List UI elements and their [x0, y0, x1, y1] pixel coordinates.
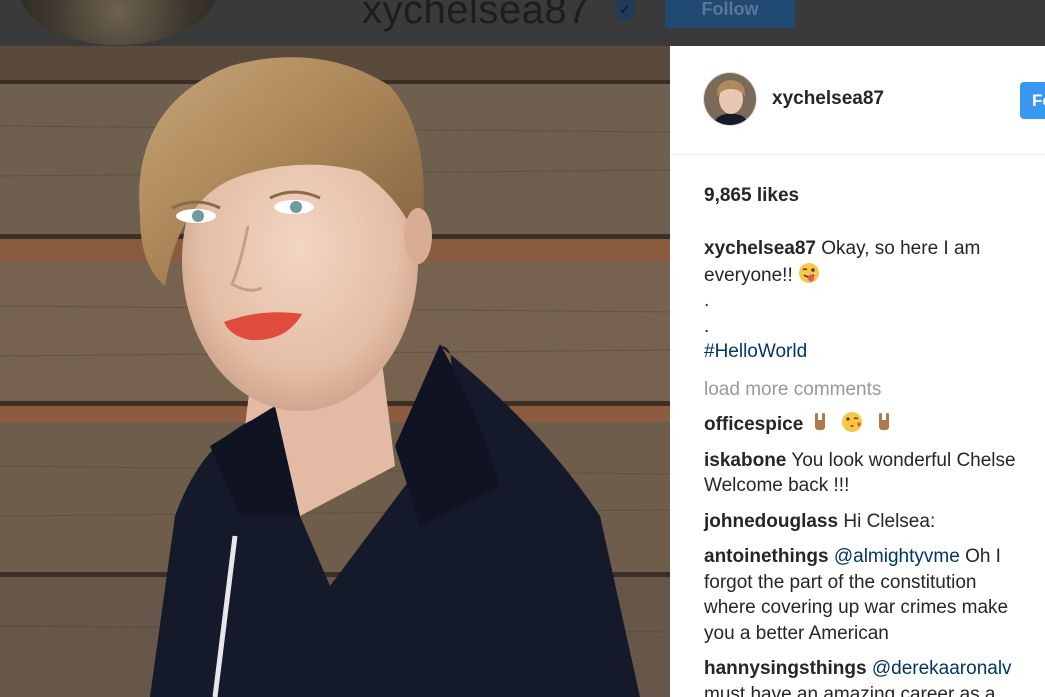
- comment-item: iskabone You look wonderful Chelse Welco…: [704, 448, 1045, 499]
- rock-hand-emoji-icon: [879, 413, 890, 430]
- follow-button[interactable]: Fo: [1020, 82, 1045, 119]
- likes-count[interactable]: 9,865 likes: [704, 185, 799, 207]
- caption-dot: .: [704, 290, 710, 311]
- comment-username[interactable]: antoinethings: [704, 546, 829, 567]
- rock-hand-emoji-icon: [814, 413, 825, 430]
- comment-username[interactable]: hannysingsthings: [704, 658, 867, 679]
- comment-item: officespice: [704, 411, 1045, 438]
- background-profile-avatar: [18, 0, 218, 45]
- comment-text: Hi Clelsea:: [843, 510, 936, 532]
- comment-text-2: forgot the part of the constitution: [704, 571, 977, 593]
- post-author-username[interactable]: xychelsea87: [772, 88, 884, 110]
- comment-text: You look wonderful Chelse: [791, 449, 1016, 471]
- portrait-image: [0, 46, 670, 697]
- hashtag-link[interactable]: #HelloWorld: [704, 341, 807, 362]
- post-photo[interactable]: [0, 46, 670, 697]
- post-side-panel: xychelsea87 Fo 9,865 likes xychelsea87 O…: [670, 46, 1045, 697]
- comments-list: xychelsea87 Okay, so here I am everyone!…: [704, 236, 1045, 697]
- winking-tongue-emoji-icon: [799, 262, 820, 283]
- post-header: xychelsea87 Fo: [670, 46, 1045, 155]
- comment-text-2: must have an amazing career as a: [704, 683, 996, 697]
- kiss-emoji-icon: [841, 412, 862, 432]
- comment-item: antoinethings @almightyvme Oh I forgot t…: [704, 544, 1045, 646]
- comment-text-3: where covering up war crimes make: [704, 597, 1009, 618]
- caption-text-2: everyone!!: [704, 264, 793, 286]
- comment-item: hannysingsthings @derekaaronalv must hav…: [704, 656, 1045, 697]
- comment-mention[interactable]: @almightyvme: [834, 546, 960, 567]
- caption-dot-2: .: [704, 315, 710, 337]
- comment-username[interactable]: iskabone: [704, 450, 786, 471]
- comment-mention[interactable]: @derekaaronalv: [872, 658, 1012, 679]
- comment-item: johnedouglass Hi Clelsea:: [704, 509, 1045, 535]
- comment-text-4: you a better American: [704, 622, 889, 644]
- comment-text-2: Welcome back !!!: [704, 475, 850, 496]
- comment-username[interactable]: johnedouglass: [704, 511, 838, 532]
- comment-text: Oh I: [965, 546, 1001, 567]
- verified-badge-icon: ✓: [614, 0, 636, 20]
- load-more-comments-link[interactable]: load more comments: [704, 377, 1045, 403]
- background-profile-header: xychelsea87 ✓ Follow: [0, 0, 1045, 46]
- background-follow-button: Follow: [665, 0, 795, 28]
- caption-username[interactable]: xychelsea87: [704, 238, 816, 259]
- background-profile-username: xychelsea87: [362, 0, 590, 32]
- comment-username[interactable]: officespice: [704, 414, 803, 435]
- caption-text: Okay, so here I am: [821, 238, 981, 259]
- caption: xychelsea87 Okay, so here I am everyone!…: [704, 236, 1045, 288]
- avatar[interactable]: [703, 72, 757, 126]
